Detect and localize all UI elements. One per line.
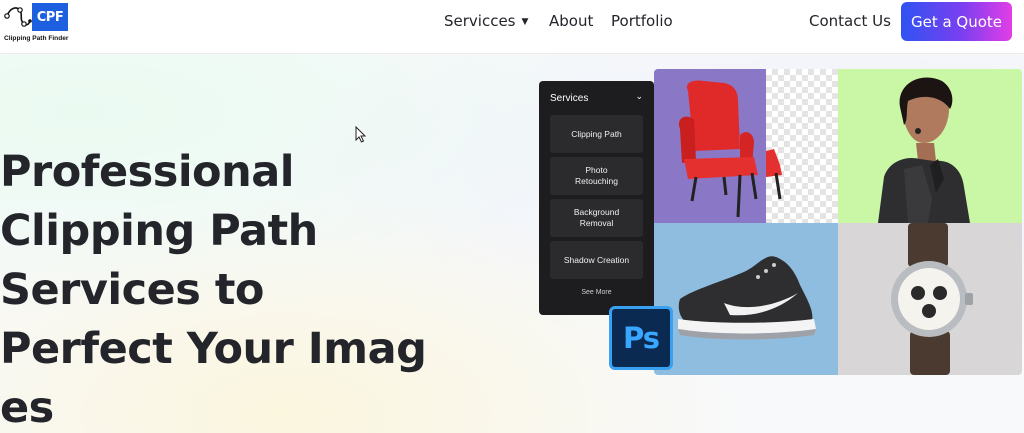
wristwatch-image: [838, 223, 1022, 375]
service-item-label: Clipping Path: [571, 128, 622, 139]
hero-headline: Professional Clipping Path Services to P…: [0, 143, 470, 433]
get-a-quote-button[interactable]: Get a Quote: [901, 2, 1012, 41]
nav-portfolio-link[interactable]: Portfolio: [611, 12, 673, 30]
services-panel-title: Services: [550, 93, 589, 104]
service-item-label: Retouching: [574, 176, 618, 186]
portrait-icon: [878, 77, 970, 223]
headline-line: Services to: [0, 265, 264, 315]
service-item-photo-retouching[interactable]: Photo Retouching: [550, 157, 643, 195]
headline-line: Perfect Your Imag: [0, 324, 427, 374]
nav-about-link[interactable]: About: [549, 12, 593, 30]
service-item-clipping-path[interactable]: Clipping Path: [550, 115, 643, 153]
service-item-label: Shadow Creation: [563, 254, 630, 265]
chevron-down-icon[interactable]: ⌄: [635, 92, 643, 102]
photoshop-icon: Ps: [609, 306, 673, 370]
headline-line: Clipping Path: [0, 206, 318, 256]
service-item-label: Photo: [585, 165, 608, 175]
armchair-icon: [678, 80, 758, 218]
nav-services-label: Servicces: [444, 12, 516, 30]
headline-line: Professional: [0, 147, 294, 197]
sneaker-image: [654, 223, 838, 375]
site-logo[interactable]: CPF Clipping Path Finder: [4, 2, 68, 46]
site-header: CPF Clipping Path Finder Servicces ▼ Abou…: [0, 0, 1024, 54]
sneaker-icon: [678, 256, 816, 340]
armchair-icon: [766, 149, 782, 200]
transparent-background-pattern: [766, 69, 838, 223]
woman-portrait-image: [838, 69, 1022, 223]
red-armchair-image: [654, 69, 766, 223]
service-item-label: Removal: [579, 218, 614, 228]
headline-line: es: [0, 383, 54, 433]
service-item-background-removal[interactable]: Background Removal: [550, 199, 643, 237]
nav-services-menu[interactable]: Servicces ▼: [444, 12, 528, 30]
chevron-down-icon: ▼: [521, 17, 529, 27]
watch-icon: [891, 223, 973, 375]
service-item-label: Background: [573, 207, 620, 217]
logo-name: Clipping Path Finder: [4, 35, 69, 42]
mouse-pointer-icon: [355, 126, 367, 143]
nav-contact-link[interactable]: Contact Us: [809, 12, 891, 30]
pen-tool-logo-icon: [4, 7, 32, 27]
services-panel: Services ⌄ Clipping Path Photo Retouchin…: [539, 81, 654, 315]
service-item-shadow-creation[interactable]: Shadow Creation: [550, 241, 643, 279]
showcase-image-grid: [654, 69, 1022, 375]
logo-abbreviation: CPF: [32, 3, 68, 31]
see-more-link[interactable]: See More: [539, 289, 654, 296]
